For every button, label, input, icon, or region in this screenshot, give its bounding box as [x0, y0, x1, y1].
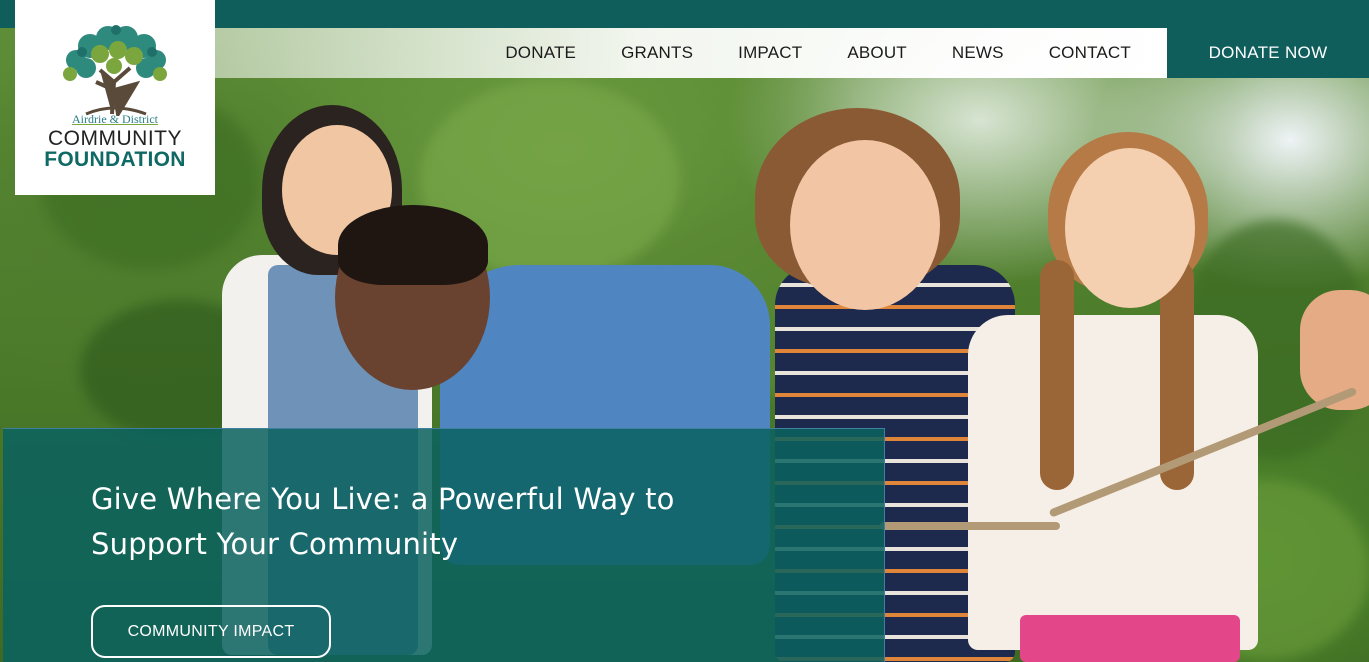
nav-news[interactable]: NEWS [952, 43, 1004, 63]
community-impact-button[interactable]: COMMUNITY IMPACT [91, 605, 331, 658]
nav-about[interactable]: ABOUT [847, 43, 907, 63]
nav-contact[interactable]: CONTACT [1049, 43, 1131, 63]
hero-panel: Give Where You Live: a Powerful Way to S… [3, 428, 885, 662]
hero-title: Give Where You Live: a Powerful Way to S… [91, 482, 675, 561]
nav-donate[interactable]: DONATE [505, 43, 576, 63]
logo-small-text: Airdrie & District [72, 112, 158, 126]
donate-now-button[interactable]: DONATE NOW [1167, 28, 1369, 78]
nav-impact[interactable]: IMPACT [738, 43, 802, 63]
site-logo[interactable]: Airdrie & District COMMUNITY FOUNDATION [15, 0, 215, 195]
logo-line-2: FOUNDATION [44, 148, 186, 171]
rope [880, 522, 1060, 530]
nav-grants[interactable]: GRANTS [621, 43, 693, 63]
tree-logo-icon [63, 25, 167, 116]
logo-line-1: COMMUNITY [48, 127, 182, 150]
hand-shape [1300, 290, 1369, 410]
main-nav: DONATE GRANTS IMPACT ABOUT NEWS CONTACT [215, 28, 1167, 78]
